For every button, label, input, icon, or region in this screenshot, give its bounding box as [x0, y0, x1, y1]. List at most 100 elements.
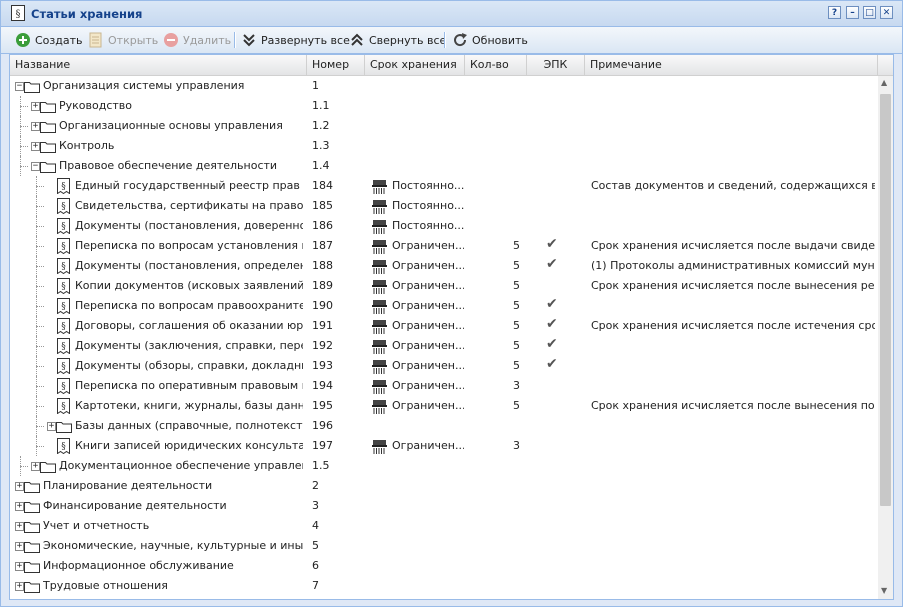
tree-row[interactable]: § Договоры, соглашения об оказании юриди 1… [10, 316, 878, 336]
epk-check-icon: ✔ [546, 316, 558, 332]
document-icon: § [57, 398, 70, 414]
column-header-name[interactable]: Название [10, 55, 307, 75]
row-name[interactable]: Документационное обеспечение управления [59, 456, 303, 476]
collapse-all-button[interactable]: Свернуть все [349, 31, 446, 49]
create-button[interactable]: Создать [15, 31, 83, 49]
row-name[interactable]: Экономические, научные, культурные и ины… [43, 536, 303, 556]
expand-toggle-icon[interactable]: + [15, 482, 24, 491]
expand-toggle-icon[interactable]: + [47, 422, 56, 431]
tree-row[interactable]: + Финансирование деятельности 3 [10, 496, 878, 516]
row-name[interactable]: Картотеки, книги, журналы, базы данных [75, 396, 303, 416]
tree-row[interactable]: § Переписка по вопросам правоохранительн 1… [10, 296, 878, 316]
row-name[interactable]: Организация системы управления [43, 76, 303, 96]
row-name[interactable]: Правовое обеспечение деятельности [59, 156, 303, 176]
refresh-button[interactable]: Обновить [452, 31, 528, 49]
expand-toggle-icon[interactable]: + [15, 562, 24, 571]
row-name[interactable]: Трудовые отношения [43, 576, 303, 596]
row-name[interactable]: Информационное обслуживание [43, 556, 303, 576]
row-name[interactable]: Планирование деятельности [43, 476, 303, 496]
row-name[interactable]: Единый государственный реестр прав на н [75, 176, 303, 196]
tree-row[interactable]: § Документы (обзоры, справки, докладные з… [10, 356, 878, 376]
maximize-button[interactable]: □ [863, 6, 876, 19]
tree-row[interactable]: + Трудовые отношения 7 [10, 576, 878, 596]
scroll-up-icon[interactable]: ▲ [881, 78, 887, 87]
column-header-number[interactable]: Номер [307, 55, 365, 75]
tree-row[interactable]: + Экономические, научные, культурные и ин… [10, 536, 878, 556]
row-name[interactable]: Руководство [59, 96, 303, 116]
open-button[interactable]: Открыть [88, 31, 158, 49]
tree-row[interactable]: § Документы (постановления, доверенности 1… [10, 216, 878, 236]
expand-toggle-icon[interactable]: + [15, 582, 24, 591]
row-name[interactable]: Переписка по вопросам правоохранительн [75, 296, 303, 316]
column-header-term[interactable]: Срок хранения [365, 55, 465, 75]
tree-row[interactable]: § Единый государственный реестр прав на н… [10, 176, 878, 196]
row-name[interactable]: Базы данных (справочные, полнотекстовы [75, 416, 303, 436]
row-note: (1) Протоколы административных комиссий … [591, 259, 875, 272]
delete-button[interactable]: Удалить [163, 31, 231, 49]
tree-row[interactable]: + Руководство 1.1 [10, 96, 878, 116]
tree-row[interactable]: + Документационное обеспечение управления… [10, 456, 878, 476]
tree-row[interactable]: § Копии документов (исковых заявлений, до… [10, 276, 878, 296]
document-icon: § [57, 278, 70, 294]
expand-all-button[interactable]: Развернуть все [241, 31, 350, 49]
expand-toggle-icon[interactable]: + [31, 122, 40, 131]
collapse-toggle-icon[interactable]: − [15, 82, 24, 91]
scrollbar-thumb[interactable] [880, 94, 891, 506]
scroll-down-icon[interactable]: ▼ [881, 586, 887, 595]
row-name[interactable]: Документы (заключения, справки, перепи [75, 336, 303, 356]
row-name[interactable]: Финансирование деятельности [43, 496, 303, 516]
tree-row[interactable]: § Картотеки, книги, журналы, базы данных 1… [10, 396, 878, 416]
row-name[interactable]: Копии документов (исковых заявлений, до [75, 276, 303, 296]
row-name[interactable]: Переписка по оперативным правовым воп [75, 376, 303, 396]
tree-row[interactable]: § Переписка по оперативным правовым воп 19… [10, 376, 878, 396]
row-name[interactable]: Договоры, соглашения об оказании юриди [75, 316, 303, 336]
row-name[interactable]: Книги записей юридических консультаций [75, 436, 303, 456]
tree-connector [36, 196, 37, 216]
row-term: Ограничен... [392, 239, 464, 252]
tree-row[interactable]: § Книги записей юридических консультаций 1… [10, 436, 878, 456]
expand-toggle-icon[interactable]: + [31, 102, 40, 111]
tree-connector [36, 226, 44, 227]
collapse-toggle-icon[interactable]: − [31, 162, 40, 171]
document-icon: § [57, 178, 70, 194]
expand-toggle-icon[interactable]: + [15, 522, 24, 531]
epk-check-icon: ✔ [546, 336, 558, 352]
row-name[interactable]: Учет и отчетность [43, 516, 303, 536]
shredder-icon [372, 200, 387, 214]
tree-row[interactable]: + Планирование деятельности 2 [10, 476, 878, 496]
tree-row[interactable]: + Контроль 1.3 [10, 136, 878, 156]
row-name[interactable]: Переписка по вопросам установления пра [75, 236, 303, 256]
expand-toggle-icon[interactable]: + [31, 142, 40, 151]
row-number: 1 [312, 79, 319, 92]
row-name[interactable]: Документы (обзоры, справки, докладные з [75, 356, 303, 376]
tree-row[interactable]: § Документы (заключения, справки, перепи 1… [10, 336, 878, 356]
row-name[interactable]: Организационные основы управления [59, 116, 303, 136]
tree-row[interactable]: + Информационное обслуживание 6 [10, 556, 878, 576]
tree-row[interactable]: − Организация системы управления 1 [10, 76, 878, 96]
minimize-button[interactable]: – [846, 6, 859, 19]
column-header-note[interactable]: Примечание [585, 55, 878, 75]
vertical-scrollbar[interactable]: ▲ ▼ [878, 76, 893, 599]
tree-row[interactable]: − Правовое обеспечение деятельности 1.4 [10, 156, 878, 176]
row-term: Ограничен... [392, 399, 464, 412]
row-name[interactable]: Свидетельства, сертификаты на право соб [75, 196, 303, 216]
expand-toggle-icon[interactable]: + [15, 502, 24, 511]
row-number: 1.3 [312, 139, 330, 152]
expand-toggle-icon[interactable]: + [31, 462, 40, 471]
tree-row[interactable]: § Свидетельства, сертификаты на право соб… [10, 196, 878, 216]
expand-toggle-icon[interactable]: + [15, 542, 24, 551]
help-button[interactable]: ? [828, 6, 841, 19]
row-name[interactable]: Документы (постановления, доверенности [75, 216, 303, 236]
tree-row[interactable]: + Организационные основы управления 1.2 [10, 116, 878, 136]
tree-row[interactable]: + Базы данных (справочные, полнотекстовы 1… [10, 416, 878, 436]
row-name[interactable]: Документы (постановления, определения, [75, 256, 303, 276]
close-button[interactable]: ✕ [880, 6, 893, 19]
row-term: Ограничен... [392, 319, 464, 332]
column-header-qty[interactable]: Кол-во [465, 55, 527, 75]
row-name[interactable]: Контроль [59, 136, 303, 156]
document-icon: § [57, 438, 70, 454]
column-header-epk[interactable]: ЭПК [527, 55, 585, 75]
tree-row[interactable]: § Документы (постановления, определения, 1… [10, 256, 878, 276]
tree-row[interactable]: § Переписка по вопросам установления пра 1… [10, 236, 878, 256]
tree-row[interactable]: + Учет и отчетность 4 [10, 516, 878, 536]
